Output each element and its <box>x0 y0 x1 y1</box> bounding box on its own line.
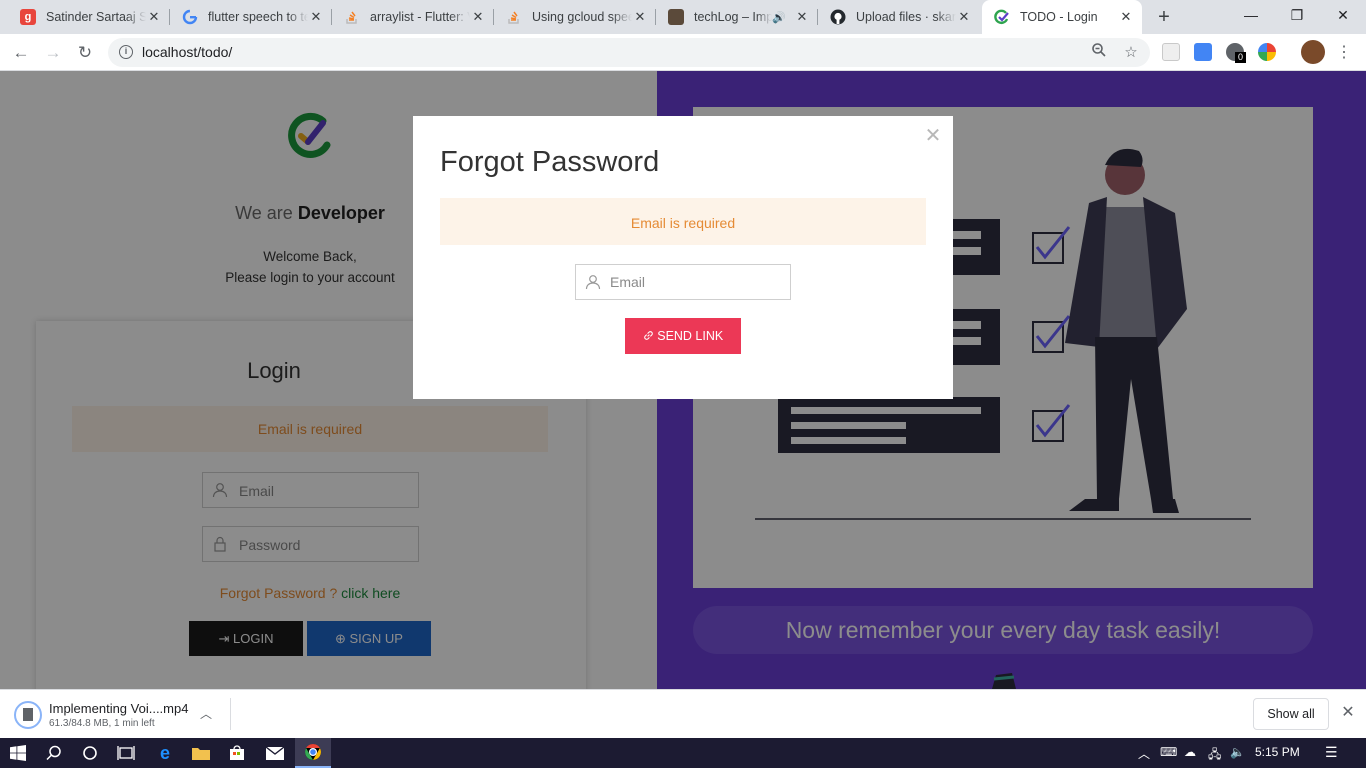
taskbar-clock[interactable]: 5:15 PM <box>1255 745 1300 759</box>
minimize-button[interactable]: — <box>1228 0 1274 30</box>
extension-blank-icon[interactable] <box>1162 43 1180 61</box>
tab-satinder[interactable]: g Satinder Sartaaj Songs ✕ <box>8 0 170 34</box>
tab-close-icon[interactable]: ✕ <box>1118 9 1134 25</box>
github-icon <box>830 9 846 25</box>
back-icon[interactable]: ← <box>9 41 33 65</box>
download-filename: Implementing Voi....mp4 <box>49 701 189 716</box>
forgot-email-input[interactable] <box>610 265 788 299</box>
translate-icon[interactable] <box>1194 43 1212 61</box>
onedrive-icon[interactable]: ☁ <box>1184 745 1196 759</box>
tray-network-device-icon[interactable]: ⌨ <box>1160 745 1177 759</box>
user-icon <box>585 275 601 290</box>
extension-badge: 0 <box>1235 52 1246 63</box>
chevron-up-icon[interactable]: ︿ <box>200 705 212 722</box>
task-view-icon[interactable] <box>108 738 144 768</box>
show-all-button[interactable]: Show all <box>1253 698 1329 730</box>
tab-close-icon[interactable]: ✕ <box>956 9 972 25</box>
speaker-icon[interactable]: 🔊 <box>772 11 786 24</box>
tab-github-upload[interactable]: Upload files · skaran ✕ <box>818 0 980 34</box>
stackoverflow-icon <box>344 9 360 25</box>
tab-todo-login[interactable]: TODO - Login ✕ <box>982 0 1142 34</box>
zoom-icon[interactable] <box>1088 42 1110 64</box>
forgot-email-field[interactable] <box>575 264 791 300</box>
mail-icon[interactable] <box>257 738 293 768</box>
extension-counter-icon[interactable]: 0 <box>1226 43 1246 63</box>
volume-icon[interactable]: 🔈 <box>1230 745 1245 759</box>
page-content: We are Developer Welcome Back, Please lo… <box>0 71 1366 689</box>
todo-check-icon <box>994 9 1010 25</box>
url-text[interactable]: localhost/todo/ <box>142 44 232 60</box>
tab-title: Using gcloud speech <box>532 10 632 24</box>
tab-strip: g Satinder Sartaaj Songs ✕ flutter speec… <box>0 0 1366 34</box>
modal-close-icon[interactable]: ✕ <box>923 126 943 146</box>
windows-taskbar: e ︿ ⌨ ☁ 🖧 🔈 5:15 PM ☰ <box>0 738 1366 768</box>
tab-title: techLog – Implementing <box>694 10 772 24</box>
google-icon <box>182 9 198 25</box>
link-icon <box>643 329 657 343</box>
download-item[interactable]: Implementing Voi....mp4 61.3/84.8 MB, 1 … <box>10 696 230 734</box>
download-progress-icon <box>14 701 42 729</box>
network-icon[interactable]: 🖧 <box>1208 745 1221 766</box>
tab-arraylist[interactable]: arraylist - Flutter: View ✕ <box>332 0 494 34</box>
tab-close-icon[interactable]: ✕ <box>470 9 486 25</box>
notifications-icon[interactable]: ☰ <box>1325 744 1338 761</box>
tab-close-icon[interactable]: ✕ <box>794 9 810 25</box>
tray-expand-icon[interactable]: ︿ <box>1138 745 1150 762</box>
tab-techlog[interactable]: techLog – Implementing 🔊 ✕ <box>656 0 818 34</box>
forgot-password-modal: ✕ Forgot Password Email is required SEND… <box>413 116 953 399</box>
tab-title: TODO - Login <box>1020 10 1098 24</box>
tab-close-icon[interactable]: ✕ <box>632 9 648 25</box>
download-shelf: Implementing Voi....mp4 61.3/84.8 MB, 1 … <box>0 689 1366 738</box>
cortana-icon[interactable] <box>72 738 108 768</box>
window-close-button[interactable]: ✕ <box>1320 0 1366 30</box>
tab-title: arraylist - Flutter: View <box>370 10 470 24</box>
file-explorer-icon[interactable] <box>183 738 219 768</box>
send-link-label: SEND LINK <box>657 329 724 343</box>
edge-icon[interactable]: e <box>147 738 183 768</box>
browser-toolbar: ← → ↻ i localhost/todo/ ☆ 0 ⋮ <box>0 34 1366 71</box>
send-link-button[interactable]: SEND LINK <box>625 318 741 354</box>
tab-close-icon[interactable]: ✕ <box>146 9 162 25</box>
modal-title: Forgot Password <box>440 146 660 178</box>
tab-close-icon[interactable]: ✕ <box>308 9 324 25</box>
tab-title: flutter speech to text <box>208 10 308 24</box>
chrome-taskbar-icon[interactable] <box>295 738 331 768</box>
profile-avatar[interactable] <box>1301 40 1325 64</box>
windows-start-icon[interactable] <box>0 738 36 768</box>
tab-title: Satinder Sartaaj Songs <box>46 10 146 24</box>
forward-icon[interactable]: → <box>41 41 65 65</box>
shelf-close-icon[interactable]: ✕ <box>1338 703 1358 723</box>
tab-gcloud[interactable]: Using gcloud speech ✕ <box>494 0 656 34</box>
restore-button[interactable]: ❐ <box>1274 0 1320 30</box>
reload-icon[interactable]: ↻ <box>73 41 97 65</box>
color-picker-icon[interactable] <box>1258 43 1276 61</box>
new-tab-button[interactable]: + <box>1152 6 1176 30</box>
site-info-icon[interactable]: i <box>119 45 133 59</box>
address-bar[interactable]: i localhost/todo/ ☆ <box>108 38 1150 67</box>
download-status: 61.3/84.8 MB, 1 min left <box>49 718 155 729</box>
bookmark-star-icon[interactable]: ☆ <box>1120 42 1142 64</box>
techlog-icon <box>668 9 684 25</box>
modal-error-alert: Email is required <box>440 198 926 245</box>
g-square-icon: g <box>20 9 36 25</box>
tab-title: Upload files · skaran <box>856 10 956 24</box>
store-icon[interactable] <box>219 738 255 768</box>
stackoverflow-icon <box>506 9 522 25</box>
search-icon[interactable] <box>36 738 72 768</box>
menu-kebab-icon[interactable]: ⋮ <box>1332 41 1356 65</box>
download-divider <box>230 698 231 730</box>
tab-flutter-speech[interactable]: flutter speech to text ✕ <box>170 0 332 34</box>
